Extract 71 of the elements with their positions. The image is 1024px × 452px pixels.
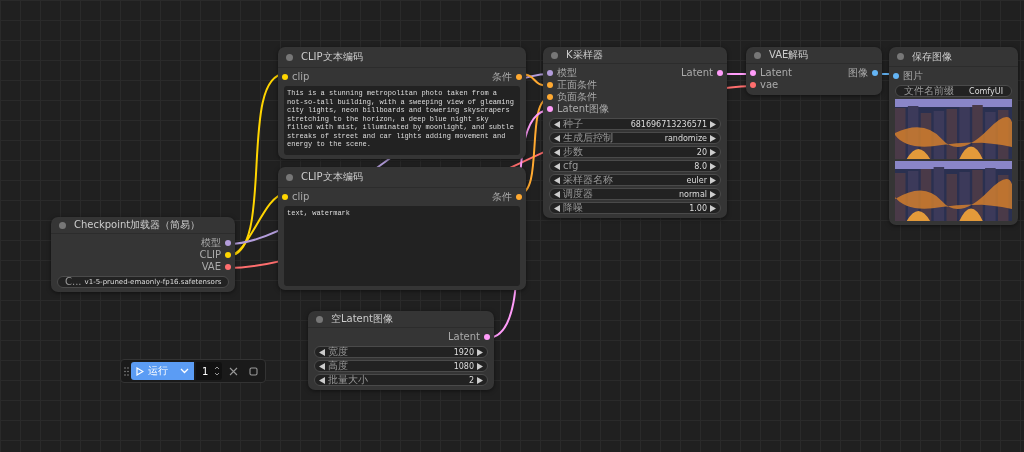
node-card[interactable]: 保存图像 图片 文件名前缀 ComfyUI: [889, 47, 1018, 225]
output-label: 模型: [201, 237, 221, 249]
number-widget[interactable]: 降噪 1.00: [549, 202, 721, 214]
input-label: clip: [292, 71, 310, 83]
collapse-dot-icon[interactable]: [286, 173, 293, 181]
number-widget[interactable]: 步数 20: [549, 146, 721, 158]
input-port[interactable]: [547, 82, 553, 88]
number-widget[interactable]: 批量大小 2: [314, 374, 488, 386]
combo-widget[interactable]: 调度器 normal: [549, 188, 721, 200]
node-title: Checkpoint加载器（简易）: [74, 218, 201, 232]
combo-widget[interactable]: 采样器名称 euler: [549, 174, 721, 186]
input-label: Latent图像: [557, 103, 610, 115]
stop-icon: [248, 366, 258, 376]
output-label: CLIP: [199, 249, 221, 261]
drag-handle-icon[interactable]: [124, 366, 129, 376]
input-port[interactable]: [547, 94, 553, 100]
input-label: Latent: [760, 67, 793, 79]
node-title: CLIP文本编码: [301, 50, 363, 64]
output-port[interactable]: [225, 252, 231, 258]
input-label: 图片: [903, 70, 923, 82]
number-widget[interactable]: cfg 8.0: [549, 160, 721, 172]
input-label: clip: [292, 191, 310, 203]
input-port[interactable]: [547, 106, 553, 112]
output-port[interactable]: [516, 74, 522, 80]
collapse-dot-icon[interactable]: [286, 53, 293, 61]
collapse-dot-icon[interactable]: [59, 221, 66, 229]
collapse-dot-icon[interactable]: [316, 315, 323, 323]
output-label: 条件: [492, 191, 512, 203]
input-label: 正面条件: [557, 79, 597, 91]
output-port[interactable]: [717, 70, 723, 76]
input-label: vae: [760, 79, 779, 91]
node-title: K采样器: [566, 48, 603, 62]
input-port[interactable]: [750, 70, 756, 76]
output-label: Latent: [447, 331, 480, 343]
count-field[interactable]: 1: [196, 362, 222, 380]
spinner-icon[interactable]: [214, 365, 220, 377]
node-card[interactable]: VAE解码 Latent 图像 vae: [746, 47, 882, 95]
play-icon: [136, 366, 144, 376]
combo-widget[interactable]: 生成后控制 randomize: [549, 132, 721, 144]
input-label: 模型: [557, 67, 577, 79]
node-card[interactable]: [278, 47, 526, 159]
input-port[interactable]: [282, 74, 288, 80]
output-label: 条件: [492, 71, 512, 83]
node-title: 空Latent图像: [331, 312, 394, 326]
output-port[interactable]: [225, 264, 231, 270]
node-title: VAE解码: [769, 48, 809, 62]
collapse-dot-icon[interactable]: [551, 51, 558, 59]
collapse-dot-icon[interactable]: [897, 53, 904, 60]
number-widget[interactable]: 种子 681696713236571: [549, 118, 721, 130]
output-port[interactable]: [516, 194, 522, 200]
node-card[interactable]: K采样器 模型 Latent 正面条件 负面条件 Latent图像 种子 681696713236571 生成后控制 randomize 步数 20 cfg 8.0 采样器名称 euler 调度器 normal 降噪 1.00: [543, 47, 727, 218]
caret-icon[interactable]: [180, 368, 189, 374]
output-label: VAE: [201, 261, 221, 273]
close-icon: [228, 366, 238, 376]
node-title: 保存图像: [912, 49, 952, 64]
output-port[interactable]: [484, 334, 490, 340]
input-port[interactable]: [750, 82, 756, 88]
output-label: Latent: [680, 67, 713, 79]
number-widget[interactable]: 高度 1080: [314, 360, 488, 372]
node-title: CLIP文本编码: [301, 170, 363, 184]
text-widget[interactable]: 文件名前缀 ComfyUI: [895, 85, 1012, 97]
output-label: 图像: [848, 67, 868, 79]
input-port[interactable]: [547, 70, 553, 76]
input-port[interactable]: [282, 194, 288, 200]
input-port[interactable]: [893, 73, 899, 79]
collapse-dot-icon[interactable]: [754, 51, 761, 59]
input-label: 负面条件: [557, 91, 597, 103]
output-port[interactable]: [225, 240, 231, 246]
output-port[interactable]: [872, 70, 878, 76]
node-card[interactable]: 空Latent图像 Latent 宽度 1920 高度 1080 批量大小 2: [308, 311, 494, 390]
number-widget[interactable]: 宽度 1920: [314, 346, 488, 358]
